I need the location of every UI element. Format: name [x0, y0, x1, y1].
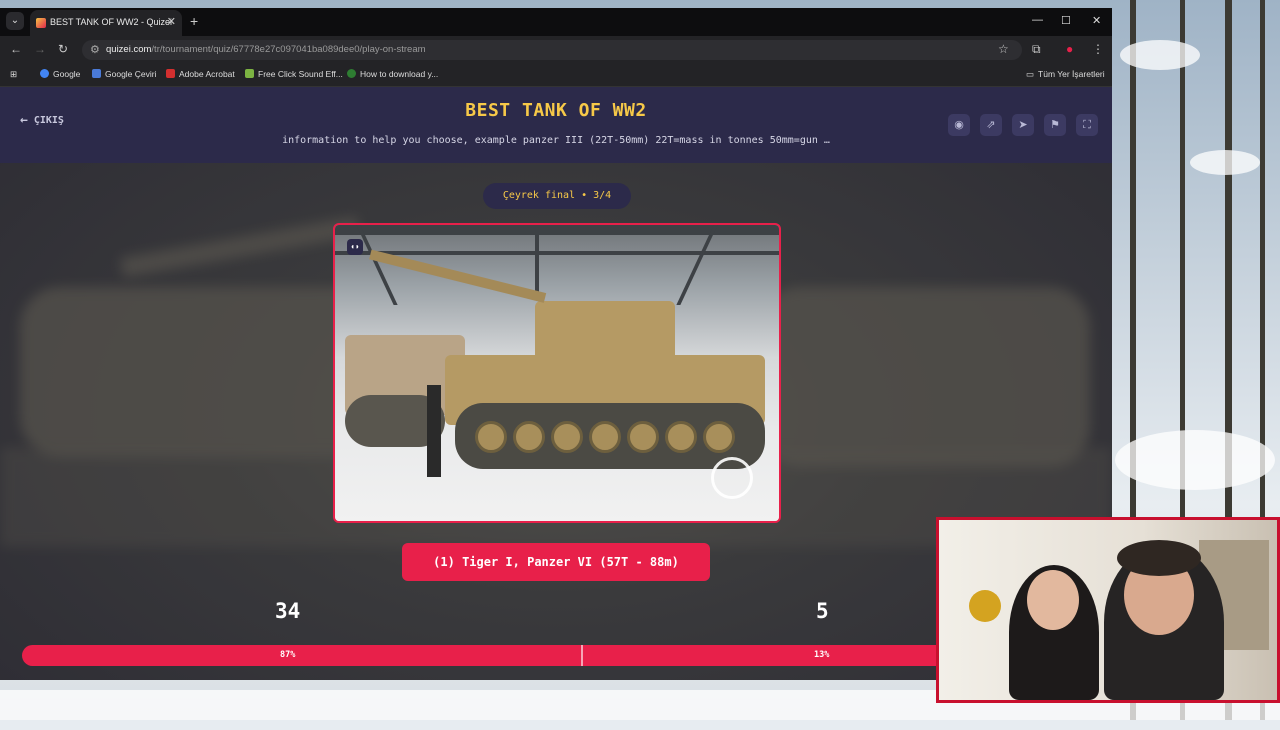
- bookmark-google-ceviri[interactable]: Google Çeviri: [92, 69, 157, 79]
- votes-left: 34: [275, 599, 301, 623]
- tab-title: BEST TANK OF WW2 - Quizei: [50, 17, 173, 27]
- url-input[interactable]: ⚙ quizei.com/tr/tournament/quiz/67778e27…: [82, 40, 1022, 60]
- eye-icon[interactable]: ◉: [948, 114, 970, 136]
- bookmark-free-click-sound[interactable]: Free Click Sound Eff...: [245, 69, 343, 79]
- bar-divider: [580, 645, 583, 666]
- url-path: /tr/tournament/quiz/67778e27c097041ba089…: [151, 44, 426, 55]
- url-host: quizei.com: [106, 44, 152, 55]
- choice-name-button[interactable]: (1) Tiger I, Panzer VI (57T - 88m): [402, 543, 710, 581]
- forward-icon[interactable]: →: [34, 42, 46, 56]
- reload-icon[interactable]: ↻: [58, 42, 68, 56]
- bookmark-google[interactable]: Google: [40, 69, 80, 79]
- menu-icon[interactable]: ⋮: [1092, 42, 1104, 56]
- fullscreen-icon[interactable]: ⛶: [1076, 114, 1098, 136]
- folder-icon: ▭: [1026, 69, 1035, 79]
- bookmark-how-to-download[interactable]: How to download y...: [347, 69, 438, 79]
- round-indicator: Çeyrek final • 3/4: [483, 183, 631, 209]
- tab-search-button[interactable]: ⌄: [6, 12, 24, 30]
- flag-icon[interactable]: ⚑: [1044, 114, 1066, 136]
- minimize-icon[interactable]: —: [1032, 14, 1043, 26]
- send-icon[interactable]: ➤: [1012, 114, 1034, 136]
- bookmark-star-icon[interactable]: ☆: [998, 42, 1009, 56]
- new-tab-icon[interactable]: +: [190, 13, 198, 29]
- favicon-icon: [36, 18, 46, 28]
- back-icon[interactable]: ←: [10, 42, 22, 56]
- quiz-title: BEST TANK OF WW2: [465, 100, 647, 121]
- extensions-icon[interactable]: ⧉: [1032, 42, 1041, 57]
- window-close-icon[interactable]: ✕: [1092, 14, 1101, 27]
- address-bar-row: ← → ↻ ⚙ quizei.com/tr/tournament/quiz/67…: [0, 36, 1112, 64]
- percent-right: 13%: [814, 650, 830, 660]
- quiz-header: ← ÇIKIŞ BEST TANK OF WW2 information to h…: [0, 87, 1112, 163]
- tab-active[interactable]: BEST TANK OF WW2 - Quizei ✕: [30, 10, 182, 36]
- all-bookmarks[interactable]: ▭ Tüm Yer İşaretleri: [1026, 69, 1105, 80]
- percent-left: 87%: [280, 650, 296, 660]
- bookmark-adobe-acrobat[interactable]: Adobe Acrobat: [166, 69, 235, 79]
- info-stand: [427, 385, 441, 477]
- webcam-overlay: [936, 517, 1280, 703]
- votes-right: 5: [816, 599, 829, 623]
- quiz-subtitle: information to help you choose, example …: [282, 135, 830, 146]
- watermark-logo-icon: [711, 457, 753, 499]
- globe: [969, 590, 1001, 622]
- maximize-icon[interactable]: ☐: [1061, 14, 1071, 27]
- bookmarks-bar: ⊞ Google Google Çeviri Adobe Acrobat Fre…: [0, 64, 1112, 87]
- close-icon[interactable]: ✕: [167, 15, 176, 28]
- profile-icon[interactable]: ●: [1066, 42, 1073, 56]
- site-info-icon[interactable]: ⚙: [90, 43, 100, 56]
- vote-percentage-bar: 87% 13%: [22, 645, 1092, 666]
- tab-bar: ⌄ BEST TANK OF WW2 - Quizei ✕ + — ☐ ✕: [0, 8, 1112, 36]
- image-badge-icon: ◖◗: [347, 239, 363, 255]
- share-icon[interactable]: ⇗: [980, 114, 1002, 136]
- apps-icon[interactable]: ⊞: [10, 69, 17, 80]
- choice-image-card[interactable]: ◖◗: [333, 223, 781, 523]
